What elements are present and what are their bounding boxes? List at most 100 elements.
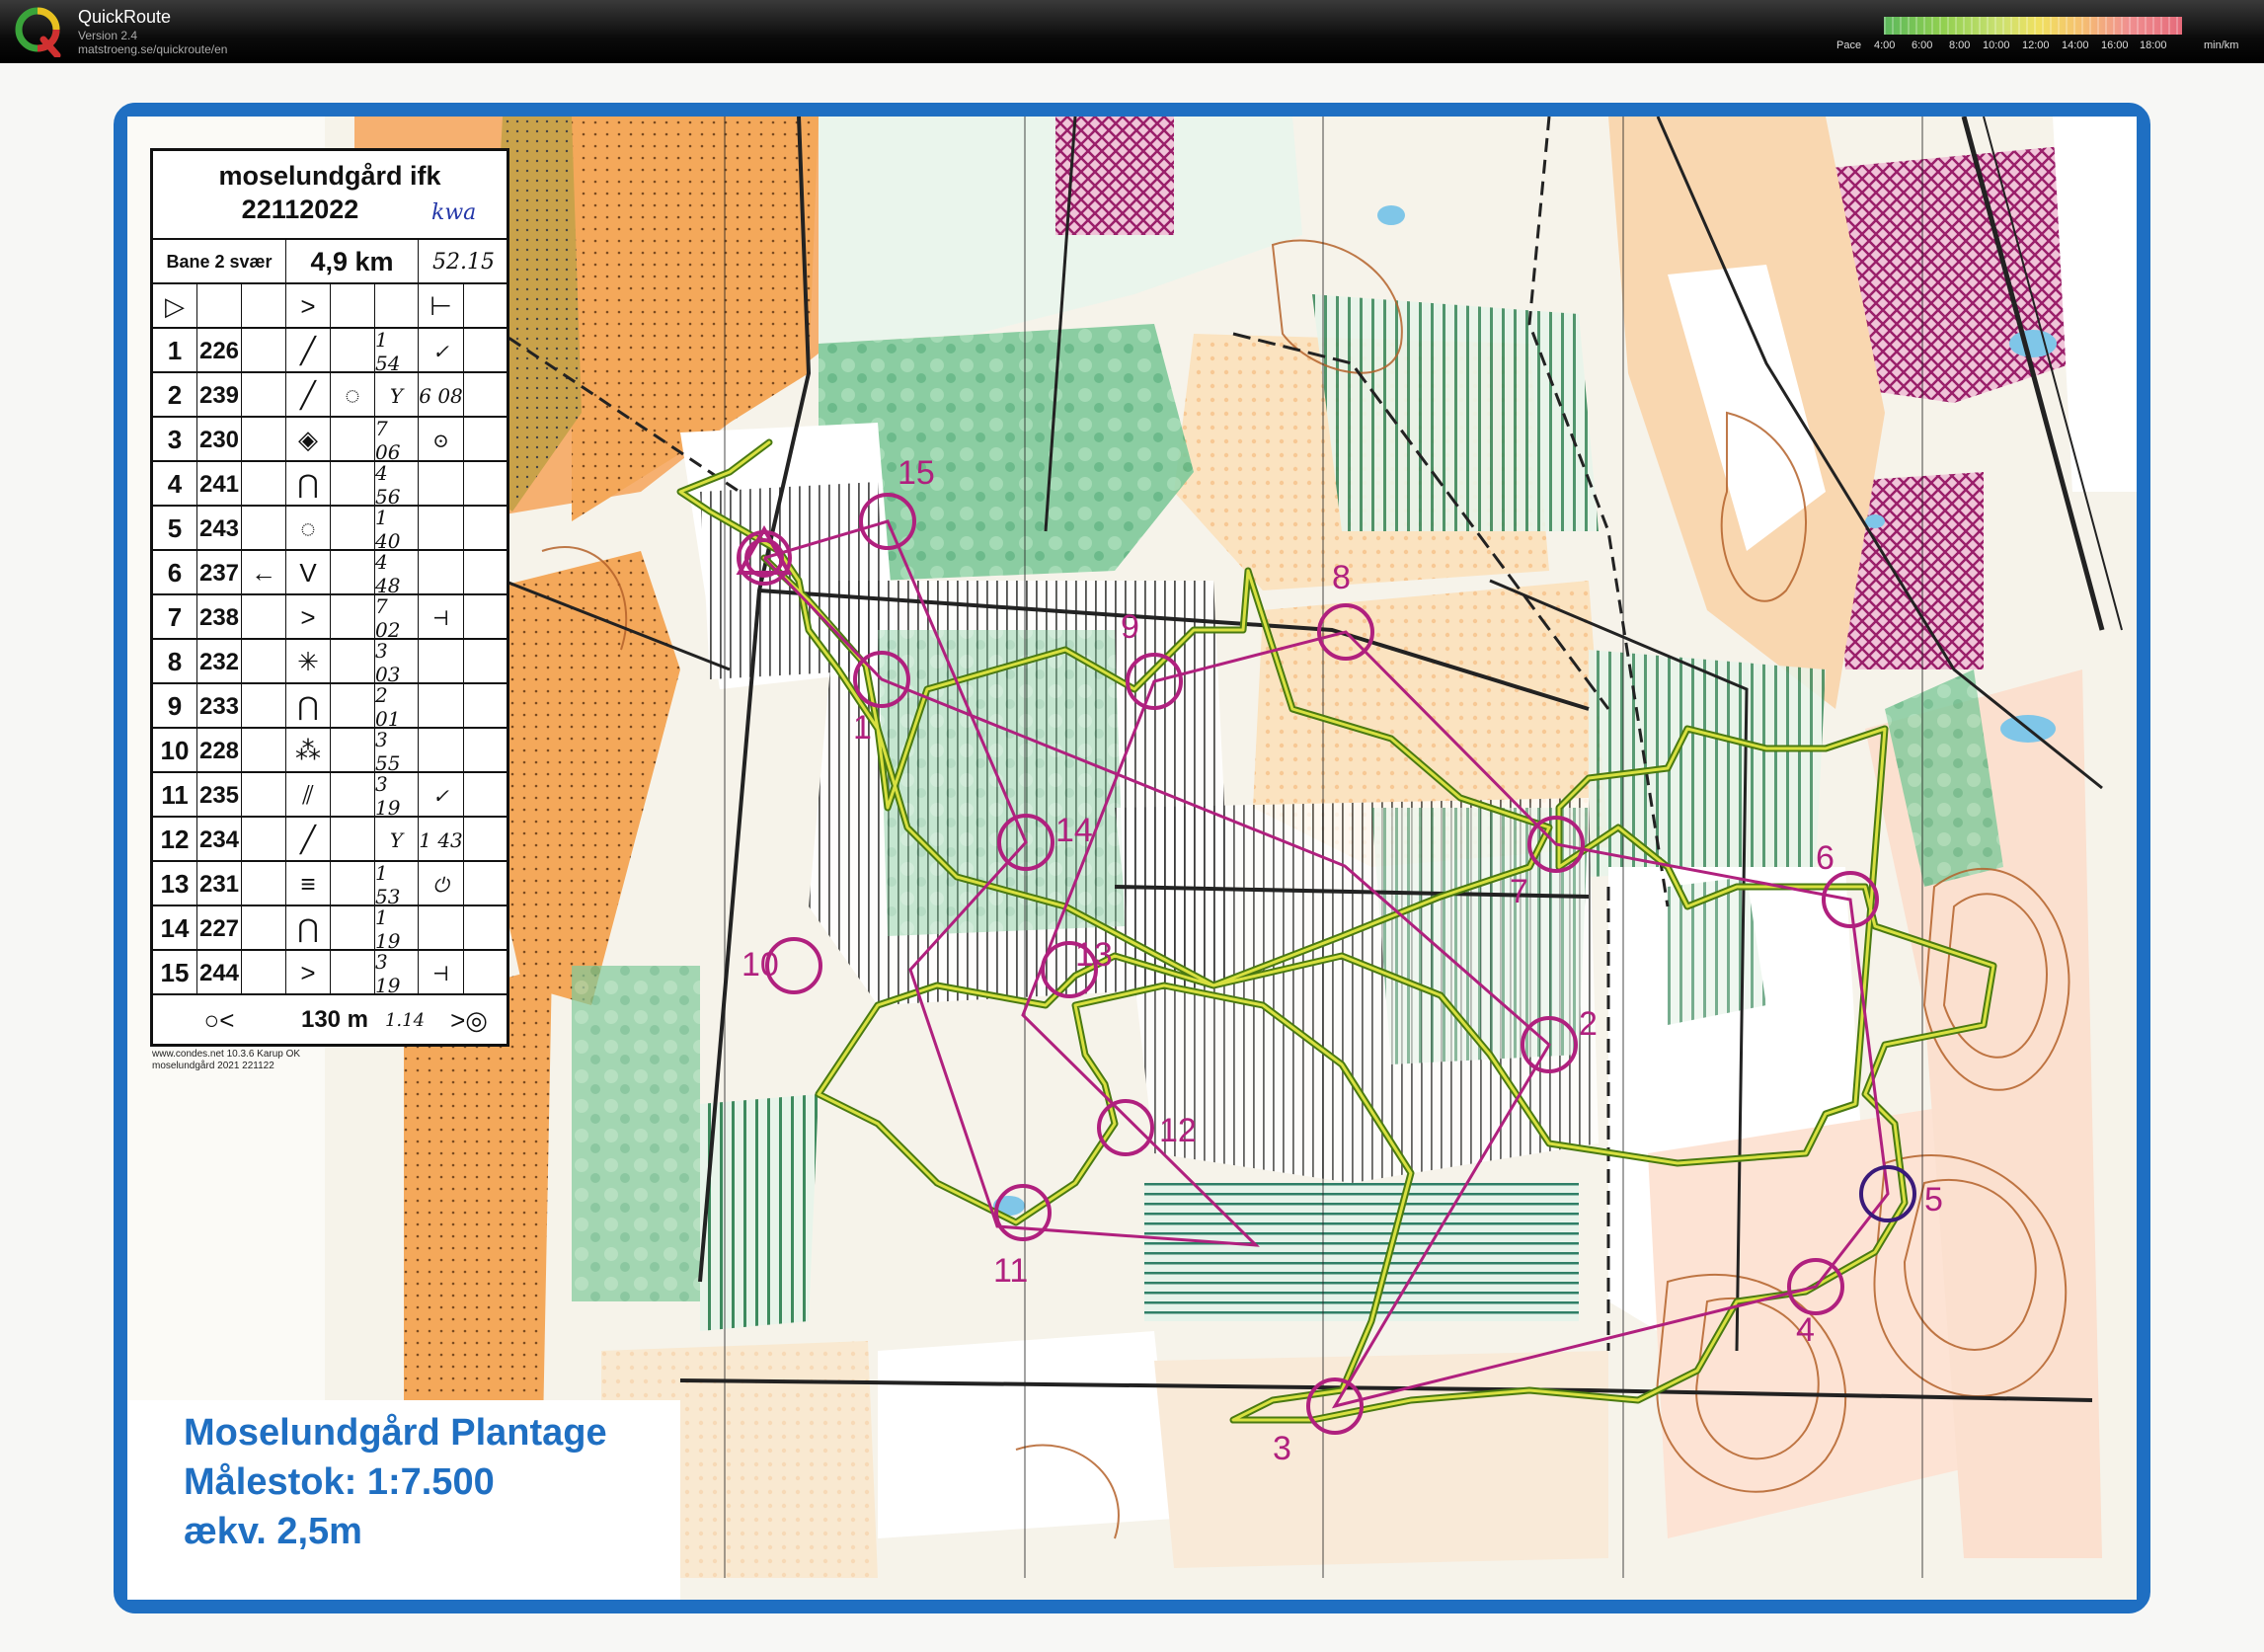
control-number: 1	[167, 336, 183, 365]
control-number: 9	[167, 691, 183, 721]
control-label: 2	[1579, 1005, 1598, 1043]
control-row: 10 228 ⁂ 3 55	[153, 727, 507, 775]
which-feature-column	[241, 773, 285, 818]
control-label: 13	[1075, 936, 1113, 974]
appearance-symbol-icon	[330, 507, 374, 551]
extra-column	[463, 373, 508, 418]
control-number: 10	[160, 736, 190, 765]
control-label: 11	[993, 1252, 1028, 1290]
handwritten-split: 4 56	[374, 461, 418, 509]
finish-distance: 130 m	[300, 1006, 369, 1033]
location-or-note: 6 08	[418, 373, 463, 418]
which-feature-column	[241, 906, 285, 951]
pace-tick: 16:00	[2101, 39, 2129, 51]
feature-symbol-icon: V	[285, 551, 330, 595]
which-feature-column	[241, 951, 285, 995]
control-row: 14 227 ⋂ 1 19	[153, 905, 508, 953]
pace-tick: 12:00	[2022, 39, 2050, 51]
control-row: 4 241 ⋂ 4 56	[153, 460, 507, 509]
finish-arrow-icon: ○<	[203, 1004, 235, 1035]
map-scale: Målestok: 1:7.500	[184, 1461, 495, 1503]
finish-row: ○< 130 m 1.14 >◎	[153, 993, 507, 1045]
control-code: 226	[196, 329, 241, 373]
app-header: QuickRoute Version 2.4 matstroeng.se/qui…	[0, 0, 2264, 63]
which-feature-column	[241, 418, 285, 462]
course-setter-footer: www.condes.net 10.3.6 Karup OK	[152, 1049, 301, 1060]
location-or-note: ⊣	[418, 951, 463, 995]
control-label: 10	[742, 946, 779, 983]
map-name: Moselundgård Plantage	[184, 1412, 607, 1454]
app-url[interactable]: matstroeng.se/quickroute/en	[78, 42, 227, 56]
control-row: 1 226 ╱ 1 54 ✓	[153, 327, 507, 375]
location-or-note	[418, 507, 463, 551]
location-or-note	[418, 640, 463, 684]
handwritten-split: 7 06	[374, 417, 418, 464]
feature-symbol-icon: ⋂	[285, 684, 330, 729]
pace-ticks: 4:00 6:00 8:00 10:00 12:00 14:00 16:00 1…	[1874, 39, 2170, 53]
feature-symbol-icon: ≡	[285, 862, 330, 906]
control-code: 237	[196, 551, 241, 595]
control-label: 5	[1924, 1181, 1943, 1219]
control-number: 8	[167, 647, 183, 676]
pace-unit: min/km	[2204, 39, 2239, 51]
control-code: 238	[196, 595, 241, 640]
handwritten-split: 2 01	[374, 683, 418, 731]
control-row: 5 243 ◌ 1 40	[153, 505, 507, 553]
control-label: 14	[1055, 812, 1093, 849]
feature-symbol-icon: ╱	[285, 373, 330, 418]
control-row: 15 244 >3 19 ⊣	[153, 949, 507, 997]
control-code: 241	[196, 462, 241, 507]
extra-column	[463, 684, 508, 729]
start-feature-icon: >	[285, 284, 330, 329]
handwritten-split: 3 19	[374, 772, 418, 820]
location-or-note	[418, 462, 463, 507]
control-code: 243	[196, 507, 241, 551]
feature-symbol-icon: ⁂	[285, 729, 330, 773]
app-title: QuickRoute	[78, 7, 172, 27]
extra-column	[463, 418, 508, 462]
which-feature-column	[241, 818, 285, 862]
control-code: 235	[196, 773, 241, 818]
control-label: 1	[853, 709, 872, 747]
control-row: 3 230 ◈ 7 06 ⊙	[153, 416, 508, 464]
control-number: 12	[160, 825, 190, 854]
pace-tick: 10:00	[1983, 39, 2010, 51]
control-label: 3	[1273, 1430, 1291, 1467]
feature-symbol-icon: ╱	[285, 818, 330, 862]
start-symbol-icon: ▷	[165, 291, 185, 321]
location-or-note: ✓	[418, 329, 463, 373]
control-label: 8	[1332, 559, 1351, 596]
pace-tick: 14:00	[2062, 39, 2089, 51]
extra-column	[463, 906, 508, 951]
control-code: 228	[196, 729, 241, 773]
control-label: 6	[1816, 839, 1835, 877]
feature-symbol-icon: ⋂	[285, 462, 330, 507]
control-label: 9	[1121, 608, 1139, 646]
control-label: 15	[898, 454, 935, 492]
appearance-symbol-icon	[330, 862, 374, 906]
location-or-note	[418, 729, 463, 773]
appearance-symbol-icon	[330, 418, 374, 462]
control-row: 6 237 ← V 4 48	[153, 549, 507, 597]
location-or-note: ⊣	[418, 595, 463, 640]
appearance-symbol-icon	[330, 462, 374, 507]
control-number: 2	[167, 380, 183, 410]
feature-symbol-icon: ◌	[285, 507, 330, 551]
handwritten-split: Y	[374, 373, 418, 418]
control-number: 4	[167, 469, 183, 499]
feature-symbol-icon: ◈	[285, 418, 330, 462]
location-or-note	[418, 906, 463, 951]
appearance-symbol-icon: ◌	[330, 373, 374, 418]
control-row: 8 232 ✳ 3 03	[153, 638, 507, 686]
control-code: 239	[196, 373, 241, 418]
control-number: 5	[167, 513, 183, 543]
control-code: 244	[196, 951, 241, 995]
handwritten-split: 7 02	[374, 594, 418, 642]
control-number: 6	[167, 558, 183, 588]
control-code: 234	[196, 818, 241, 862]
feature-symbol-icon: >	[285, 951, 330, 995]
app-version: Version 2.4	[78, 29, 138, 42]
control-label: 7	[1510, 873, 1528, 910]
handwritten-split: 1 40	[374, 506, 418, 553]
event-date: 22112022	[241, 195, 359, 224]
